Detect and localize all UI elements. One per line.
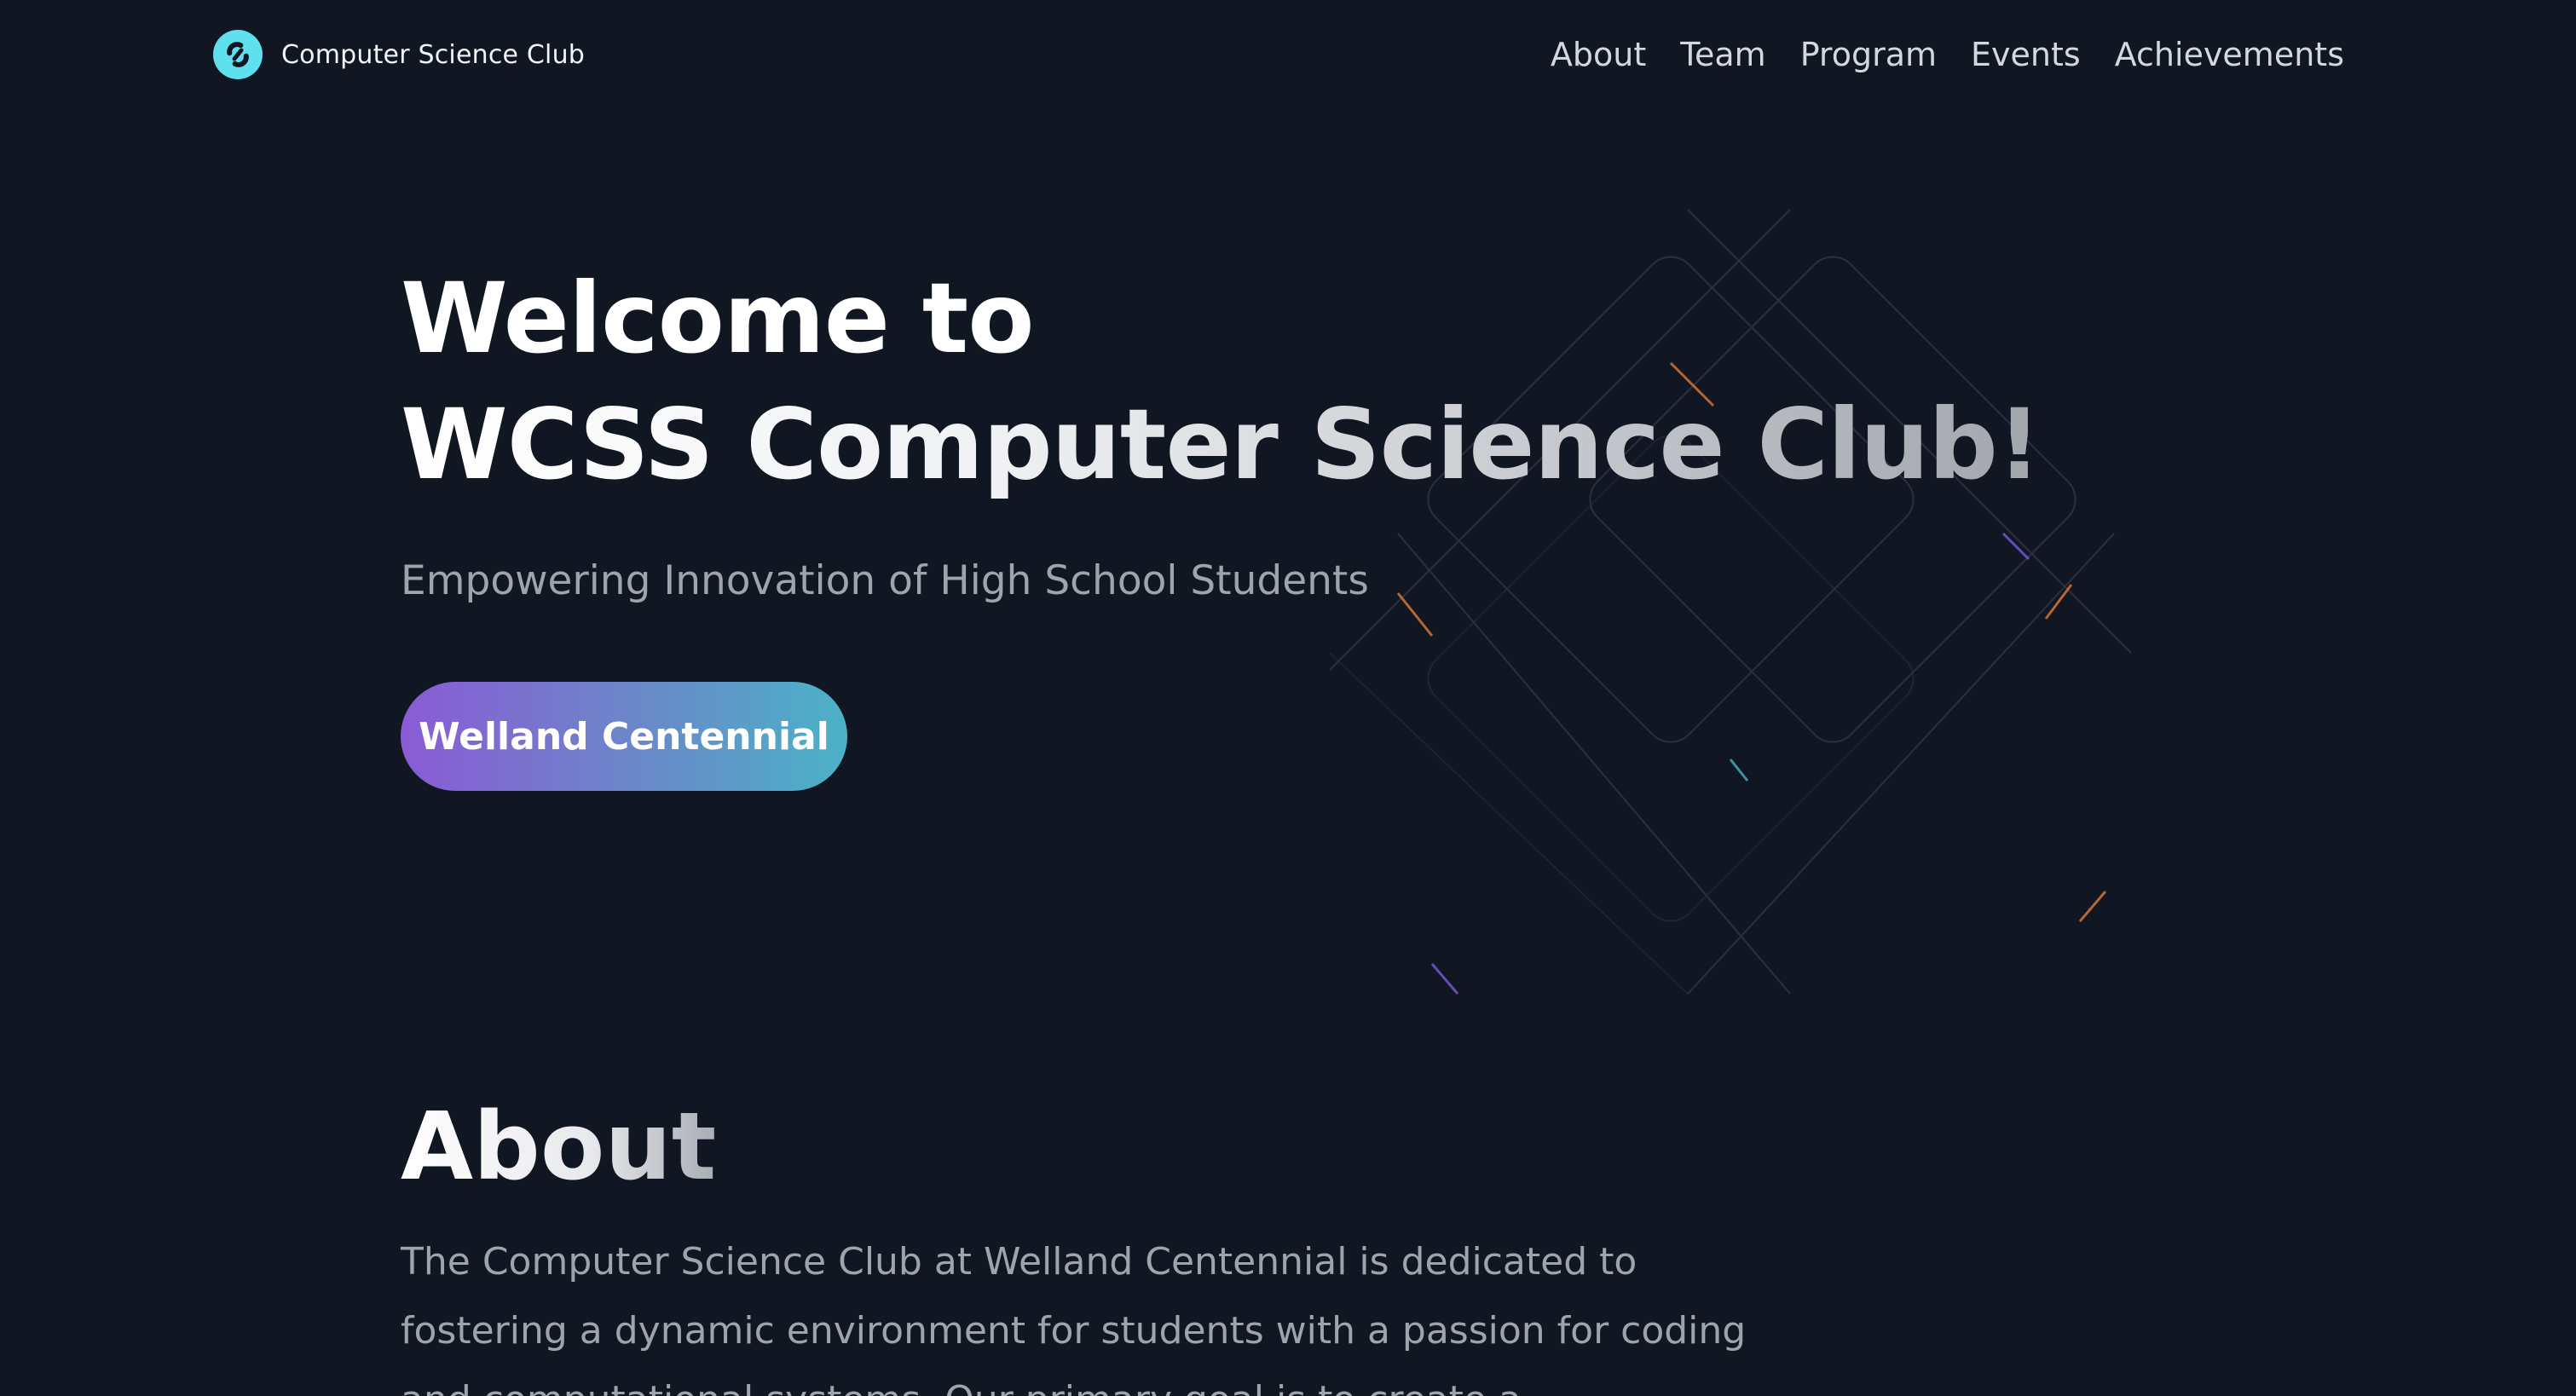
hero-subtitle: Empowering Innovation of High School Stu… [401, 557, 1369, 604]
link-logo-icon [213, 30, 263, 79]
nav-link-about[interactable]: About [1551, 36, 1646, 73]
brand-home-link[interactable]: Computer Science Club [213, 29, 585, 80]
brand-name: Computer Science Club [281, 39, 586, 70]
nav-link-events[interactable]: Events [1971, 36, 2081, 73]
about-heading: About [401, 1092, 717, 1201]
top-navigation: Computer Science Club About Team Program… [0, 0, 2576, 109]
nav-link-team[interactable]: Team [1680, 36, 1765, 73]
hero-title-line-1: Welcome to [401, 256, 2041, 382]
about-description: The Computer Science Club at Welland Cen… [401, 1240, 1747, 1396]
welland-centennial-button[interactable]: Welland Centennial [401, 682, 847, 791]
nav-link-achievements[interactable]: Achievements [2115, 36, 2344, 73]
hero-title: Welcome to WCSS Computer Science Club! [401, 256, 2042, 508]
nav-link-program[interactable]: Program [1800, 36, 1937, 73]
page: Computer Science Club About Team Program… [0, 0, 2576, 1396]
nav-links: About Team Program Events Achievements [1516, 31, 2344, 78]
hero-title-line-2: WCSS Computer Science Club! [401, 382, 2042, 508]
